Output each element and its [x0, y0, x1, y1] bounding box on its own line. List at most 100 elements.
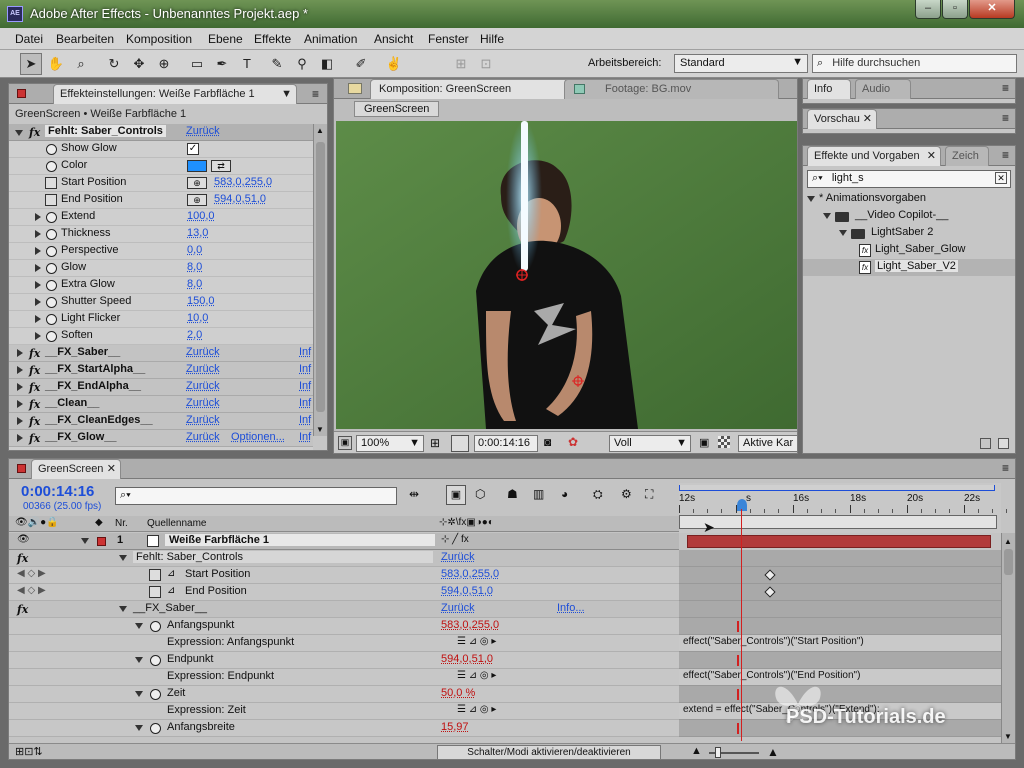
timeline-track[interactable]	[679, 720, 1001, 737]
expand-arrow-icon[interactable]	[135, 657, 143, 663]
graph-editor-icon[interactable]: ⛭	[593, 487, 603, 502]
tab-effect-controls[interactable]: Effekteinstellungen: Weiße Farbfläche 1 ▼	[53, 84, 297, 104]
param-value[interactable]: 10,0	[187, 312, 208, 324]
prop-value[interactable]: 594,0,51,0	[441, 585, 493, 597]
keyframe-icon[interactable]	[764, 586, 776, 598]
close-button[interactable]: ✕	[969, 0, 1015, 19]
zoom-tool-icon[interactable]: ⌕	[70, 53, 92, 75]
expand-arrow-icon[interactable]	[135, 623, 143, 629]
expand-arrow-icon[interactable]	[35, 315, 41, 323]
axis-mode-icon[interactable]: ⊞	[450, 53, 472, 75]
zoom-dropdown[interactable]: 100% ▼	[356, 435, 424, 452]
zoom-slider-thumb[interactable]	[715, 747, 721, 758]
motion-blur-icon[interactable]: ◕	[561, 487, 568, 501]
checkbox[interactable]: ✓	[187, 143, 199, 155]
timeline-track[interactable]: extend = effect("Saber_Controls")("Exten…	[679, 703, 1001, 720]
panel-menu-icon[interactable]: ≡	[1002, 148, 1009, 162]
fx-icon[interactable]: fx	[29, 432, 40, 445]
panel-menu-icon[interactable]: ≡	[1002, 461, 1009, 475]
panel-menu-icon[interactable]: ≡	[1002, 111, 1009, 125]
reset-link[interactable]: Zurück	[186, 380, 220, 392]
param-value[interactable]: 583,0,255,0	[214, 176, 272, 188]
expand-arrow-icon[interactable]	[17, 434, 23, 442]
effect-param-row[interactable]: Soften 2,0	[9, 328, 313, 345]
info-link[interactable]: Inf	[299, 431, 311, 443]
tab-effects-presets[interactable]: Effekte und Vorgaben ✕	[807, 146, 941, 166]
expand-arrow-icon[interactable]	[807, 196, 815, 202]
channel-icon[interactable]: ✿	[568, 435, 578, 449]
text-tool-icon[interactable]: T	[236, 53, 258, 75]
prop-value[interactable]: 583,0,255,0	[441, 568, 499, 580]
clear-search-icon[interactable]: ✕	[995, 172, 1007, 184]
param-value[interactable]: 100,0	[187, 210, 215, 222]
layer-switches-icon[interactable]: ⊹ ╱ fx	[441, 534, 469, 545]
camera-tool-icon[interactable]: ✥	[128, 53, 150, 75]
timeline-track[interactable]: effect("Saber_Controls")("End Position")	[679, 669, 1001, 686]
current-time-indicator-head[interactable]	[737, 499, 747, 511]
expand-arrow-icon[interactable]	[35, 264, 41, 272]
time-ruler-area[interactable]: 12s s 16s 18s 20s 22s ➤	[679, 483, 1007, 535]
effect-param-row[interactable]: Color ⇄	[9, 158, 313, 175]
color-swatch[interactable]	[187, 160, 207, 172]
expand-arrow-icon[interactable]	[35, 230, 41, 238]
timeline-prop-row[interactable]: Expression: Zeit ☰ ⊿ ◎ ▸	[9, 703, 679, 720]
timeline-track[interactable]: effect("Saber_Controls")("Start Position…	[679, 635, 1001, 652]
tab-preview[interactable]: Vorschau ✕	[807, 109, 877, 129]
tab-character[interactable]: Zeich	[945, 146, 989, 166]
effect-param-row[interactable]: Glow 8,0	[9, 260, 313, 277]
scroll-up-icon[interactable]: ▲	[1004, 537, 1012, 546]
crosshair-icon[interactable]: ⊕	[187, 194, 207, 206]
panel-menu-icon[interactable]: ≡	[1002, 81, 1009, 95]
transparency-grid-icon[interactable]	[718, 436, 730, 448]
effect-row[interactable]: fx __Clean__ Zurück Inf	[9, 396, 313, 413]
rotate-tool-icon[interactable]: ↻	[103, 53, 125, 75]
effect-header-row[interactable]: fx Fehlt: Saber_Controls Zurück	[9, 124, 313, 141]
info-link[interactable]: Inf	[299, 414, 311, 426]
stopwatch-icon[interactable]	[46, 314, 57, 325]
fx-icon[interactable]: fx	[17, 603, 28, 616]
selection-tool-icon[interactable]: ➤	[20, 53, 42, 75]
reset-link[interactable]: Zurück	[186, 414, 220, 426]
roto-brush-tool-icon[interactable]: ✐	[350, 53, 372, 75]
zoom-in-icon[interactable]: ▲	[767, 745, 779, 759]
reset-link[interactable]: Zurück	[186, 125, 220, 137]
effect-param-row[interactable]: Show Glow ✓	[9, 141, 313, 158]
live-update-icon[interactable]: ▣	[446, 485, 466, 505]
stopwatch-icon[interactable]	[46, 161, 57, 172]
timeline-prop-row[interactable]: fx Fehlt: Saber_Controls Zurück	[9, 550, 679, 567]
expand-arrow-icon[interactable]	[17, 400, 23, 408]
frame-blending-icon[interactable]: ▥	[533, 487, 544, 501]
layer-row[interactable]: 👁 1 Weiße Farbfläche 1 ⊹ ╱ fx	[9, 533, 679, 550]
timeline-track[interactable]	[679, 686, 1001, 703]
mask-view-icon[interactable]	[451, 435, 469, 452]
expand-arrow-icon[interactable]	[119, 555, 127, 561]
pan-behind-tool-icon[interactable]: ⊕	[153, 53, 175, 75]
expand-arrow-icon[interactable]	[839, 230, 847, 236]
expand-arrow-icon[interactable]	[135, 725, 143, 731]
info-link[interactable]: Info...	[557, 602, 585, 614]
pen-tool-icon[interactable]: ✒	[211, 53, 233, 75]
effect-param-row[interactable]: Extra Glow 8,0	[9, 277, 313, 294]
close-icon[interactable]: ✕	[927, 147, 936, 165]
tab-info[interactable]: Info	[807, 79, 851, 99]
effect-row[interactable]: fx __FX_Glow__ Zurück Optionen... Inf	[9, 430, 313, 447]
timeline-prop-row[interactable]: Zeit 50,0 %	[9, 686, 679, 703]
world-axis-icon[interactable]: ⊡	[475, 53, 497, 75]
stopwatch-icon[interactable]	[150, 689, 161, 700]
timeline-prop-row[interactable]: Endpunkt 594,0,51,0	[9, 652, 679, 669]
snapshot-icon[interactable]: ◙	[544, 435, 551, 449]
param-value[interactable]: 8,0	[187, 261, 202, 273]
timeline-prop-row[interactable]: Expression: Endpunkt ☰ ⊿ ◎ ▸	[9, 669, 679, 686]
hand-tool-icon[interactable]: ✋	[45, 53, 67, 75]
param-value[interactable]: 2,0	[187, 329, 202, 341]
stopwatch-icon[interactable]	[150, 621, 161, 632]
expression-text[interactable]: extend = effect("Saber_Controls")("Exten…	[683, 704, 880, 715]
zoom-out-icon[interactable]: ▲	[691, 745, 702, 757]
tab-composition[interactable]: Komposition: GreenScreen▼	[370, 79, 582, 99]
roi-icon[interactable]: ▣	[699, 436, 709, 449]
expression-controls-icon[interactable]: ☰ ⊿ ◎ ▸	[457, 670, 496, 681]
preview-icon[interactable]: ▣	[338, 436, 352, 450]
stopwatch-icon[interactable]	[149, 586, 161, 598]
expression-controls-icon[interactable]: ☰ ⊿ ◎ ▸	[457, 704, 496, 715]
effect-row[interactable]: fx __FX_Saber__ Zurück Inf	[9, 345, 313, 362]
